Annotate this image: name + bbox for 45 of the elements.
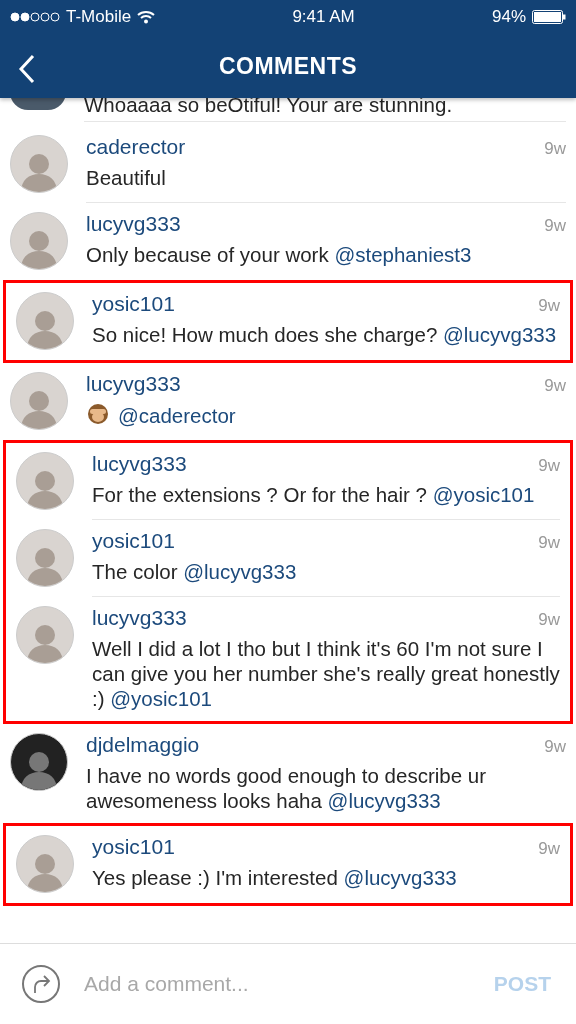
comment-text: Yes please :) I'm interested @lucyvg333 [92, 865, 458, 890]
comment-text: For the extensions ? Or for the hair ? @yosic101 [92, 482, 536, 507]
comment-text: Well I did a lot I tho but I think it's 60 I'm not sure I can give you her number she's really great honestly :) @yosic101 [92, 636, 560, 711]
comment-time: 9w [538, 296, 560, 316]
mention-link[interactable]: @lucyvg333 [183, 560, 297, 583]
comment-time: 9w [544, 737, 566, 757]
username-link[interactable]: djdelmaggio [86, 733, 200, 757]
username-link[interactable]: lucyvg333 [92, 606, 187, 630]
mention-link[interactable]: @lucyvg333 [443, 323, 557, 346]
share-button[interactable] [22, 965, 60, 1003]
mention-link[interactable]: @yosic101 [432, 483, 535, 506]
mention-link[interactable]: @caderector [118, 404, 236, 427]
curved-arrow-icon [31, 974, 51, 994]
comment-text: Beautiful [86, 165, 167, 190]
comment-time: 9w [538, 839, 560, 859]
wifi-icon [137, 10, 156, 24]
username-link[interactable]: yosic101 [92, 529, 175, 553]
username-link[interactable]: lucyvg333 [86, 372, 181, 396]
username-link[interactable]: lucyvg333 [92, 452, 187, 476]
page-title: COMMENTS [218, 52, 358, 80]
mention-link[interactable]: @lucyvg333 [327, 789, 441, 812]
carrier-name: T-Mobile [66, 7, 132, 27]
battery-percent: 94% [491, 7, 526, 27]
comment-time: 9w [544, 376, 566, 396]
comment-time: 9w [544, 139, 566, 159]
comment-text: Only because of your work @stephaniest3 [86, 242, 473, 267]
clock-time: 9:41 AM [292, 7, 355, 27]
comment-time: 9w [538, 533, 560, 553]
username-link[interactable]: lucyvg333 [86, 212, 181, 236]
username-link[interactable]: yosic101 [92, 292, 175, 316]
back-chevron-icon [18, 54, 36, 84]
comment-text: The color @lucyvg333 [92, 559, 298, 584]
mention-link[interactable]: @yosic101 [110, 687, 212, 710]
mention-link[interactable]: @lucyvg333 [343, 866, 457, 889]
comment-time: 9w [538, 610, 560, 630]
mention-link[interactable]: @stephaniest3 [334, 243, 472, 266]
username-link[interactable]: caderector [86, 135, 186, 159]
signal-icon [10, 12, 60, 22]
comment-text: I have no words good enough to describe ur awesomeness looks haha @lucyvg333 [86, 763, 488, 813]
comment-text: Whoaaaa so beOtiful! Your are stunning. [84, 98, 454, 117]
battery-icon [532, 10, 566, 24]
username-link[interactable]: yosic101 [92, 835, 175, 859]
comment-time: 9w [538, 456, 560, 476]
comment-text: So nice! How much does she charge? @lucyvg333 [92, 322, 558, 347]
comment-time: 9w [544, 216, 566, 236]
